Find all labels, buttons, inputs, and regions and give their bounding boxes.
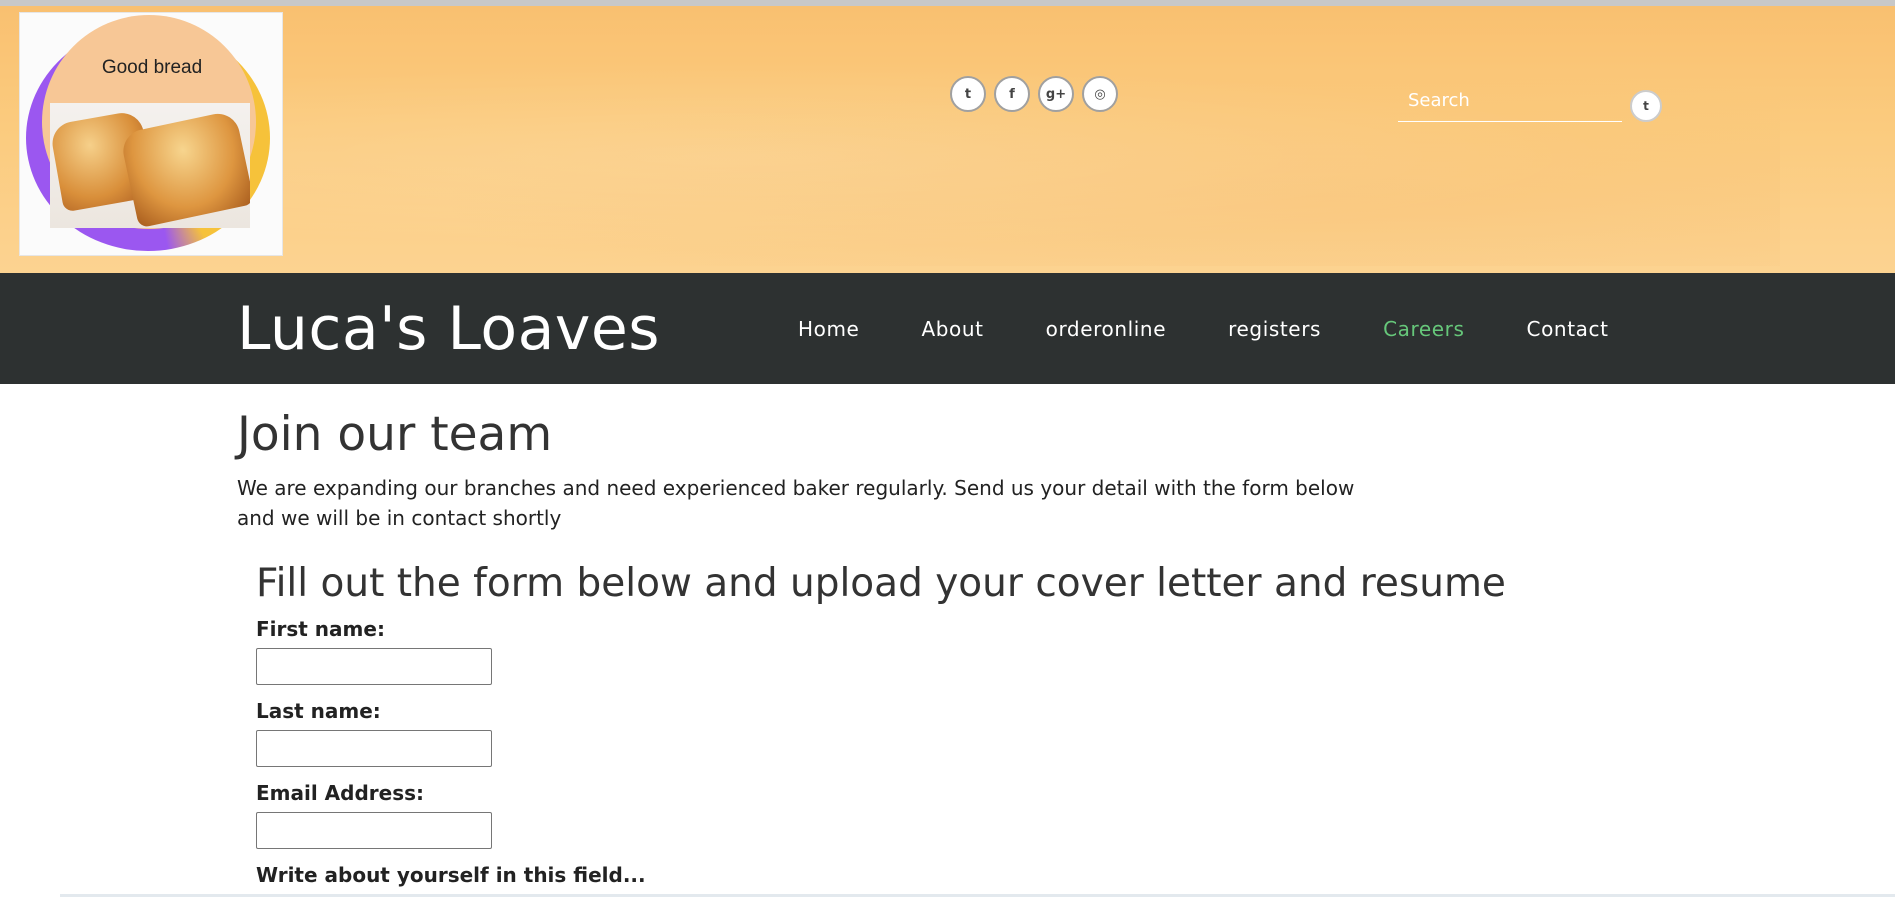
last-name-field[interactable] [256, 730, 492, 767]
application-form: Fill out the form below and upload your … [256, 561, 1506, 897]
about-label: Write about yourself in this field... [256, 863, 646, 887]
nav-link-registers[interactable]: registers [1228, 317, 1321, 341]
site-title[interactable]: Luca's Loaves [237, 299, 660, 359]
nav-link-home[interactable]: Home [798, 317, 859, 341]
intro-text: We are expanding our branches and need e… [237, 475, 1355, 530]
twitter-icon[interactable]: t [950, 76, 986, 112]
search-input[interactable] [1398, 80, 1622, 122]
form-heading: Fill out the form below and upload your … [256, 561, 1506, 606]
nav-link-about[interactable]: About [921, 317, 983, 341]
email-field[interactable] [256, 812, 492, 849]
nav-link-orderonline[interactable]: orderonline [1046, 317, 1167, 341]
nav-link-contact[interactable]: Contact [1527, 317, 1609, 341]
google-plus-icon[interactable]: g+ [1038, 76, 1074, 112]
bread-image [50, 103, 250, 228]
site-header: Good bread t f g+ ◎ t [0, 0, 1895, 273]
nav-bar: Luca's Loaves Home About orderonline reg… [0, 273, 1895, 384]
first-name-label: First name: [256, 617, 385, 641]
first-name-field[interactable] [256, 648, 492, 685]
dribbble-icon[interactable]: ◎ [1082, 76, 1118, 112]
logo[interactable]: Good bread [19, 12, 283, 256]
facebook-icon[interactable]: f [994, 76, 1030, 112]
social-links: t f g+ ◎ [950, 76, 1118, 112]
nav-link-careers[interactable]: Careers [1383, 317, 1464, 341]
nav-links: Home About orderonline registers Careers… [798, 317, 1671, 341]
last-name-label: Last name: [256, 699, 381, 723]
logo-text: Good bread [101, 57, 203, 78]
main-content: Join our team We are expanding our branc… [237, 384, 1637, 897]
email-label: Email Address: [256, 781, 425, 805]
page-title: Join our team [237, 407, 553, 462]
search-button[interactable]: t [1630, 90, 1662, 122]
